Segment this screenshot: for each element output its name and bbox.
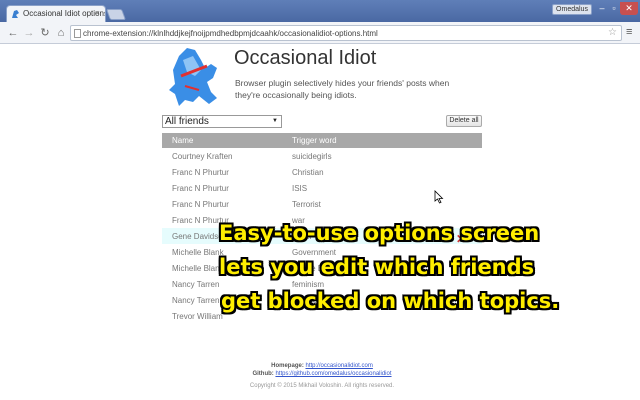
table-row[interactable]: Courtney Kraften suicidegirls: [162, 148, 482, 164]
row-trigger-word: ISIS: [292, 184, 308, 193]
browser-tab[interactable]: Occasional Idiot options ×: [6, 5, 106, 22]
star-icon[interactable]: ☆: [608, 27, 617, 38]
new-tab-button[interactable]: [105, 9, 127, 20]
copyright-text: Copyright © 2015 Mikhail Voloshin. All r…: [249, 383, 395, 389]
row-trigger-word: Christian: [292, 168, 324, 177]
app-description: Browser plugin selectively hides your fr…: [235, 78, 450, 100]
promo-caption-line: lets you edit which friends: [219, 255, 535, 279]
reload-icon[interactable]: ↻: [38, 26, 52, 40]
column-header-trigger-word: Trigger word: [292, 136, 337, 145]
homepage-line: Homepage: http://occasionalidiot.com: [162, 362, 482, 370]
row-trigger-word: Terrorist: [292, 200, 321, 209]
github-line: Github: https://github.com/omedalus/occa…: [162, 370, 482, 378]
minimize-icon[interactable]: –: [596, 2, 608, 15]
back-arrow-icon[interactable]: ←: [6, 26, 20, 40]
window-close-icon[interactable]: ✕: [620, 2, 638, 15]
table-header: Name Trigger word: [162, 133, 482, 148]
profile-button[interactable]: Omedalus: [552, 4, 592, 15]
tab-title: Occasional Idiot options: [23, 9, 106, 18]
promo-caption: Easy-to-use options screen lets you edit…: [206, 216, 606, 318]
address-url: chrome-extension://klnlhddjkejfnoijpmdhe…: [83, 29, 378, 38]
row-name: Courtney Kraften: [172, 152, 233, 161]
browser-titlebar: Occasional Idiot options × Omedalus – ▫ …: [0, 0, 640, 22]
promo-caption-line: Easy-to-use options screen: [219, 221, 540, 245]
homepage-link[interactable]: http://occasionalidiot.com: [305, 363, 372, 369]
hamburger-menu-icon[interactable]: ≡: [626, 26, 638, 38]
table-row[interactable]: Franc N Phurtur Christian: [162, 164, 482, 180]
app-logo-icon: [169, 48, 217, 106]
github-label: Github:: [252, 371, 274, 377]
homepage-label: Homepage:: [271, 363, 304, 369]
address-bar[interactable]: chrome-extension://klnlhddjkejfnoijpmdhe…: [70, 25, 622, 41]
friend-filter-value: All friends: [165, 116, 209, 127]
extension-favicon-icon: [12, 10, 19, 18]
row-name: Franc N Phurtur: [172, 200, 229, 209]
friend-filter-select[interactable]: All friends ▼: [162, 115, 282, 128]
home-icon[interactable]: ⌂: [54, 26, 68, 40]
tab-close-icon[interactable]: ×: [95, 8, 100, 18]
row-name: Franc N Phurtur: [172, 168, 229, 177]
promo-caption-line: get blocked on which topics.: [221, 289, 560, 313]
page-footer: Homepage: http://occasionalidiot.com Git…: [162, 362, 482, 390]
row-trigger-word: suicidegirls: [292, 152, 332, 161]
forward-arrow-icon[interactable]: →: [22, 26, 36, 40]
browser-toolbar: ← → ↻ ⌂ chrome-extension://klnlhddjkejfn…: [0, 22, 640, 44]
github-link[interactable]: https://github.com/omedalus/occasionalid…: [275, 371, 391, 377]
mouse-cursor-icon: [434, 190, 444, 204]
maximize-icon[interactable]: ▫: [608, 2, 620, 15]
column-header-name: Name: [172, 136, 194, 145]
delete-all-button[interactable]: Delete all: [446, 115, 482, 127]
chevron-down-icon: ▼: [272, 118, 278, 124]
row-name: Franc N Phurtur: [172, 184, 229, 193]
app-title: Occasional Idiot: [234, 47, 377, 69]
page-icon: [74, 29, 81, 38]
